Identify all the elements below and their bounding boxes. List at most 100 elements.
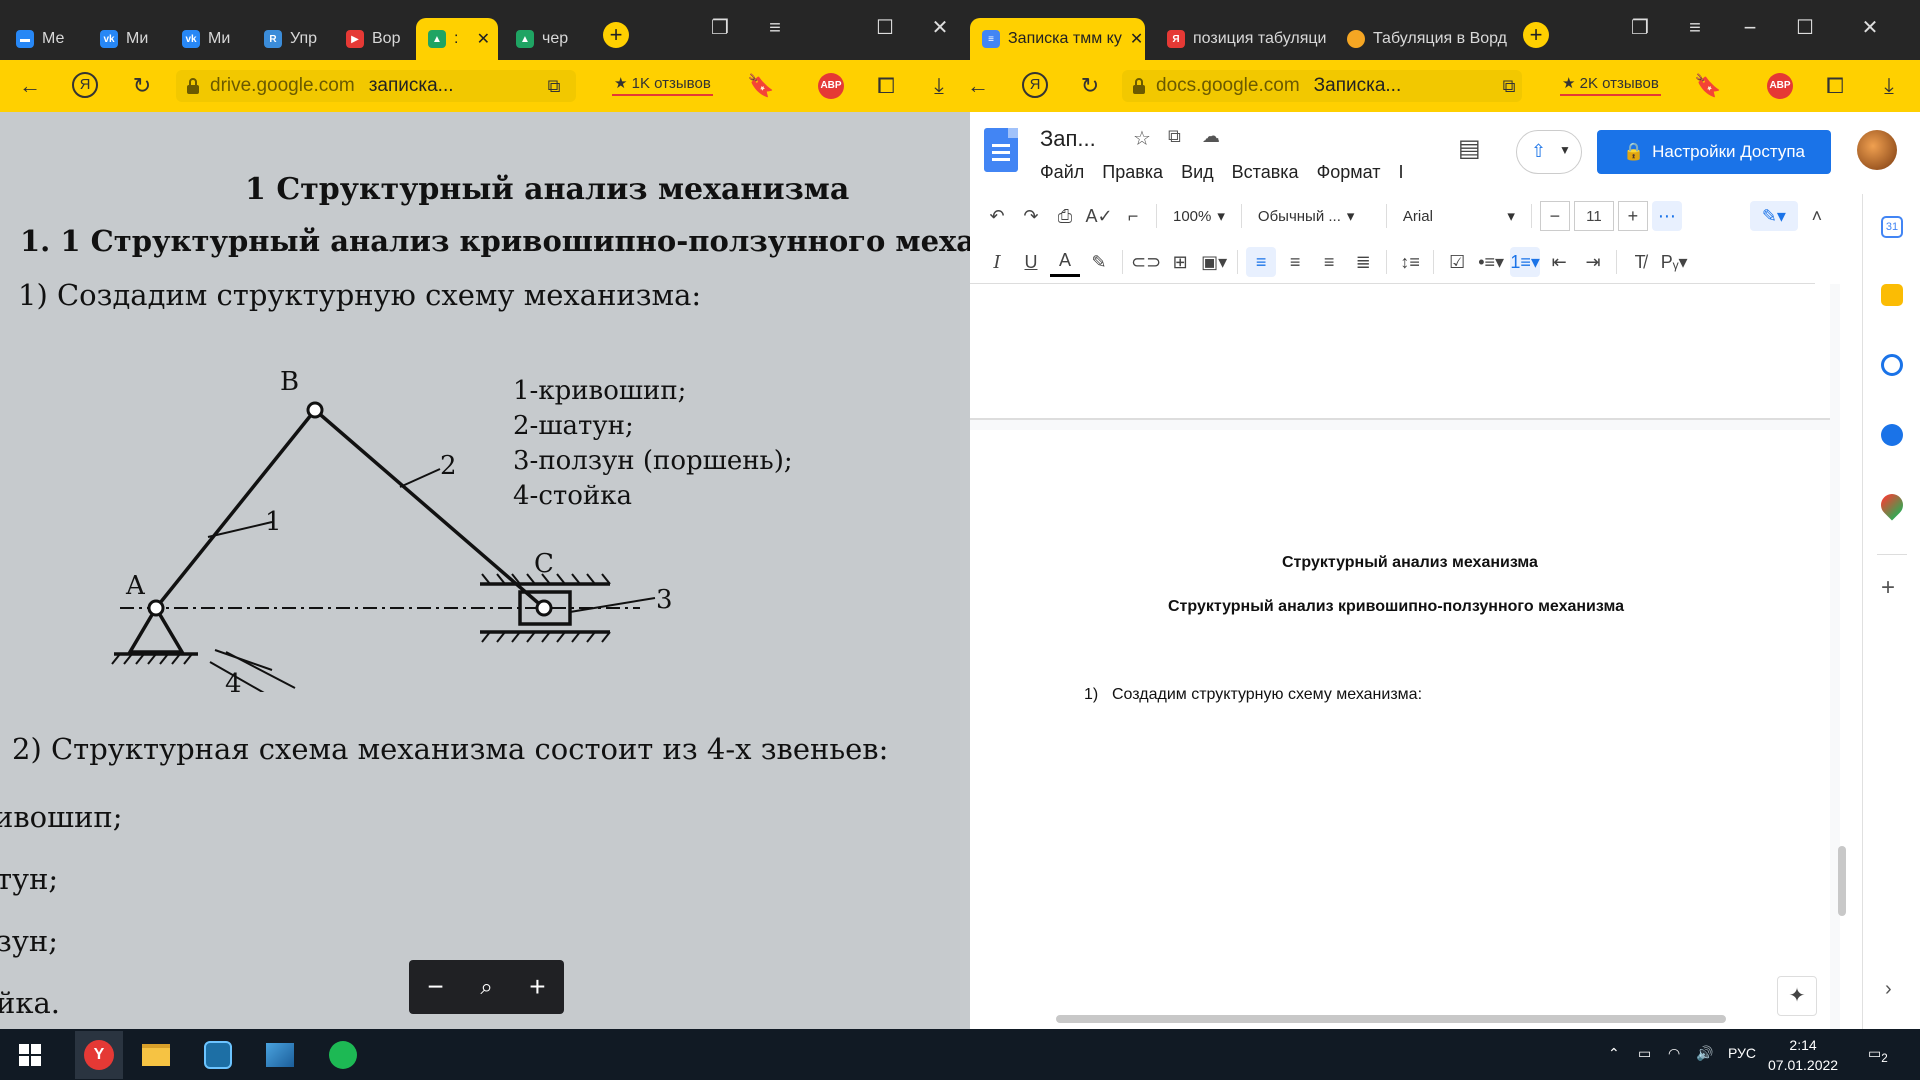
language-indicator[interactable]: РУС <box>1728 1045 1756 1061</box>
editing-mode-icon[interactable]: ✎▾ <box>1749 201 1798 231</box>
keep-icon[interactable] <box>1881 284 1903 306</box>
zoom-out-button[interactable]: − <box>427 971 443 1003</box>
horizontal-scrollbar[interactable] <box>1056 1015 1726 1023</box>
adblock-icon[interactable]: ABP <box>818 73 844 99</box>
maximize-icon[interactable]: ☐ <box>865 12 905 44</box>
download-icon[interactable]: ⤓ <box>925 72 953 100</box>
link-icon[interactable]: ⊂⊃ <box>1131 247 1161 277</box>
tab-active[interactable]: ▲: ✕ <box>416 18 498 60</box>
menu-icon[interactable]: ≡ <box>1675 12 1715 44</box>
spotify-icon[interactable] <box>325 1037 361 1073</box>
menu-file[interactable]: Файл <box>1040 162 1084 183</box>
move-icon[interactable]: ⧉ <box>1168 126 1181 147</box>
close-window-icon[interactable]: ✕ <box>920 12 960 44</box>
bulleted-list-icon[interactable]: •≡▾ <box>1476 247 1506 277</box>
input-tools-icon[interactable]: Pᵧ▾ <box>1659 247 1689 277</box>
menu-insert[interactable]: Вставка <box>1232 162 1299 183</box>
redo-icon[interactable]: ↷ <box>1016 201 1046 231</box>
volume-icon[interactable]: 🔊 <box>1696 1045 1713 1062</box>
font-size-input[interactable]: 11 <box>1573 201 1614 231</box>
close-icon[interactable]: ✕ <box>1130 29 1143 49</box>
comment-icon[interactable]: ⊞ <box>1165 247 1195 277</box>
url-field[interactable]: drive.google.com записка... <box>176 70 576 102</box>
clock[interactable]: 2:14 07.01.2022 <box>1768 1035 1838 1075</box>
copy-icon[interactable]: ⧉ <box>1495 72 1523 100</box>
collapse-icon[interactable]: ˄ <box>1802 201 1832 231</box>
chevron-up-icon[interactable]: ⌃ <box>1608 1045 1620 1062</box>
windows-start-icon[interactable] <box>12 1037 48 1073</box>
extension-icon[interactable]: ⧠ <box>872 72 900 100</box>
tab-active[interactable]: ≡ Записка тмм ку ✕ <box>970 18 1145 60</box>
image-icon[interactable]: ▣▾ <box>1199 247 1229 277</box>
maximize-icon[interactable]: ☐ <box>1785 12 1825 44</box>
align-justify-icon[interactable]: ≣ <box>1348 247 1378 277</box>
tab-item[interactable]: vk Ми <box>170 18 244 60</box>
underline-icon[interactable]: U <box>1016 247 1046 277</box>
close-icon[interactable]: ✕ <box>477 29 490 49</box>
font-select[interactable]: Arial ▾ <box>1395 201 1523 231</box>
explore-icon[interactable]: ✦ <box>1777 976 1817 1016</box>
reload-icon[interactable]: ↻ <box>128 72 156 100</box>
file-explorer-icon[interactable] <box>138 1037 174 1073</box>
menu-icon[interactable]: ≡ <box>755 12 795 44</box>
zoom-select[interactable]: 100% ▾ <box>1165 201 1233 231</box>
share-button[interactable]: 🔒 Настройки Доступа <box>1597 130 1831 174</box>
new-tab-button[interactable]: + <box>1523 22 1549 48</box>
yandex-icon[interactable]: Я <box>72 72 98 98</box>
more-icon[interactable]: ⋯ <box>1651 201 1682 231</box>
battery-icon[interactable]: ▭ <box>1638 1045 1651 1062</box>
menu-more[interactable]: I <box>1399 162 1404 183</box>
doc-page[interactable]: Структурный анализ механизма Структурный… <box>970 430 1830 1030</box>
docs-logo-icon[interactable] <box>984 128 1018 172</box>
calendar-icon[interactable]: 31 <box>1881 216 1903 238</box>
align-right-icon[interactable]: ≡ <box>1314 247 1344 277</box>
download-icon[interactable]: ⤓ <box>1875 72 1903 100</box>
tab-list-icon[interactable]: ❐ <box>700 12 740 44</box>
app-icon[interactable] <box>200 1037 236 1073</box>
tab-item[interactable]: ▬ Ме <box>4 18 82 60</box>
tab-list-icon[interactable]: ❐ <box>1620 12 1660 44</box>
yandex-browser-icon[interactable]: Y <box>75 1031 123 1079</box>
highlight-icon[interactable]: ✎ <box>1084 247 1114 277</box>
menu-format[interactable]: Формат <box>1317 162 1381 183</box>
chevron-right-icon[interactable]: › <box>1885 978 1892 1001</box>
adblock-icon[interactable]: ABP <box>1767 73 1793 99</box>
url-field[interactable]: docs.google.com Записка... <box>1122 70 1522 102</box>
photos-icon[interactable] <box>262 1037 298 1073</box>
align-left-icon[interactable]: ≡ <box>1246 247 1277 277</box>
menu-edit[interactable]: Правка <box>1102 162 1163 183</box>
wifi-icon[interactable]: ◠ <box>1668 1045 1680 1062</box>
notification-icon[interactable]: ▭2 <box>1868 1045 1888 1065</box>
copy-icon[interactable]: ⧉ <box>540 72 568 100</box>
doc-title[interactable]: Зап... <box>1040 126 1096 152</box>
reload-icon[interactable]: ↻ <box>1076 72 1104 100</box>
tab-item[interactable]: ▲ чер <box>504 18 580 60</box>
cloud-status-icon[interactable]: ☁ <box>1202 126 1220 147</box>
back-icon[interactable]: ← <box>970 72 992 100</box>
maps-icon[interactable] <box>1876 489 1908 521</box>
extension-icon[interactable]: ⧠ <box>1821 72 1849 100</box>
bookmark-icon[interactable]: 🔖 <box>1694 72 1722 100</box>
back-icon[interactable]: ← <box>16 72 44 100</box>
paint-format-icon[interactable]: ⌐ <box>1118 201 1148 231</box>
tab-item[interactable]: vk Ми <box>88 18 162 60</box>
contacts-icon[interactable] <box>1881 424 1903 446</box>
tab-item[interactable]: ▶ Вор <box>334 18 412 60</box>
reviews-button[interactable]: ★ 2K отзывов <box>1560 72 1661 96</box>
tasks-icon[interactable] <box>1881 354 1903 376</box>
avatar[interactable] <box>1857 130 1897 170</box>
star-icon[interactable]: ☆ <box>1133 126 1151 151</box>
zoom-icon[interactable]: ⌕ <box>480 974 492 1000</box>
vertical-scrollbar[interactable] <box>1838 846 1846 916</box>
clear-formatting-icon[interactable]: T̸ <box>1625 247 1655 277</box>
new-tab-button[interactable]: + <box>603 22 629 48</box>
style-select[interactable]: Обычный ... ▾ <box>1250 201 1378 231</box>
spellcheck-icon[interactable]: A✓ <box>1084 201 1114 231</box>
tab-item[interactable]: Япозиция табуляци <box>1155 18 1330 60</box>
font-size-increase[interactable]: + <box>1617 201 1648 231</box>
reviews-button[interactable]: ★ 1K отзывов <box>612 72 713 96</box>
present-button[interactable]: ⇧ ▼ <box>1516 130 1582 174</box>
add-addon-icon[interactable]: + <box>1881 574 1895 602</box>
line-spacing-icon[interactable]: ↕≡ <box>1395 247 1425 277</box>
tab-item[interactable]: Табуляция в Ворд <box>1335 18 1510 60</box>
